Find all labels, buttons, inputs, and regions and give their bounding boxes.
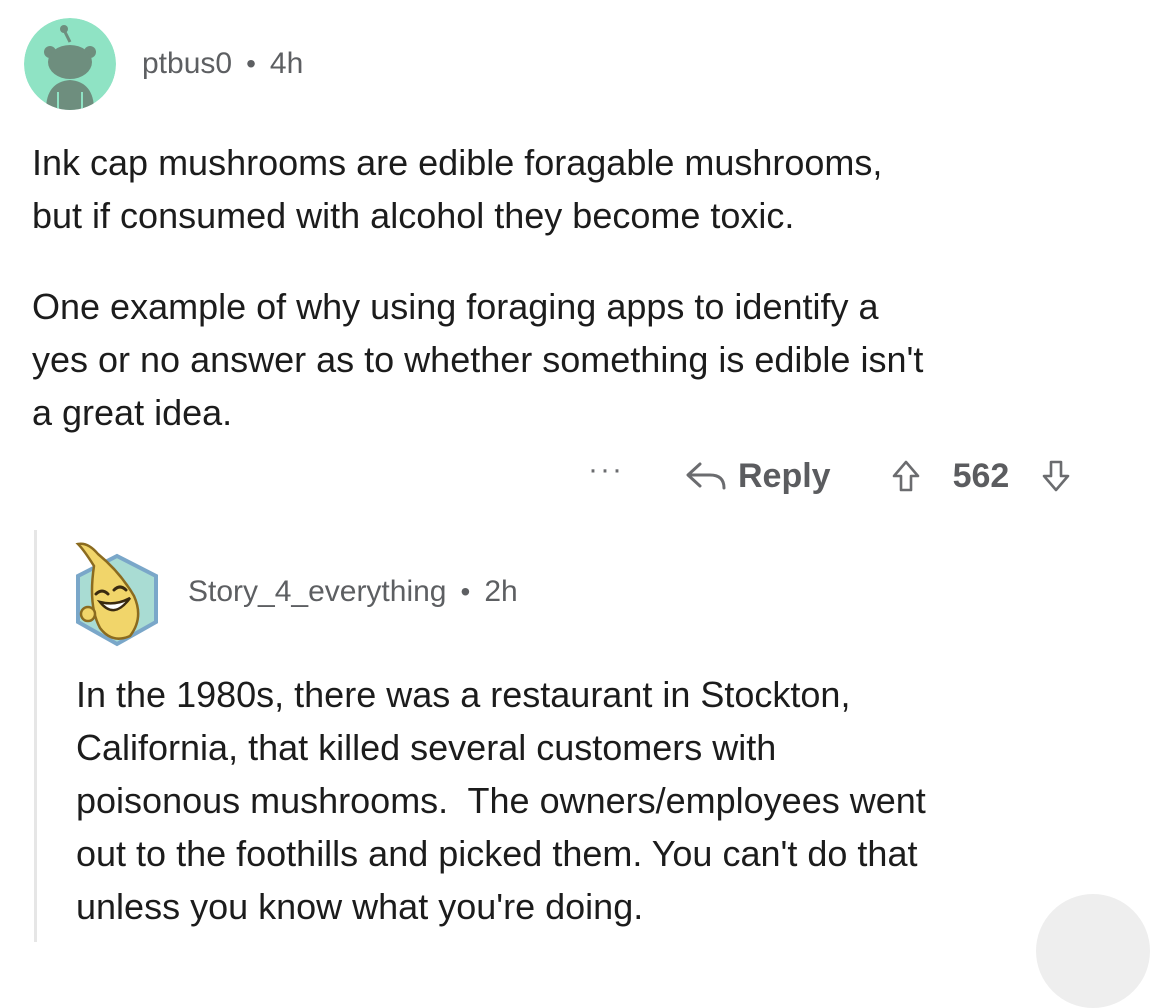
meta-separator: • bbox=[246, 48, 256, 79]
floating-action-button[interactable] bbox=[1036, 894, 1150, 1008]
comment-paragraph: One example of why using foraging apps t… bbox=[32, 286, 924, 433]
comment-meta: ptbus0 • 4h bbox=[142, 47, 303, 81]
reply-arrow-icon bbox=[686, 462, 726, 490]
reply-label: Reply bbox=[737, 456, 831, 495]
reply-button[interactable]: Reply bbox=[684, 457, 831, 496]
comment-header: ptbus0 • 4h bbox=[24, 18, 303, 110]
more-options-button[interactable]: ··· bbox=[588, 455, 624, 485]
snoo-avatar-icon bbox=[24, 18, 116, 110]
meta-separator: • bbox=[460, 576, 471, 607]
user-avatar[interactable] bbox=[24, 18, 116, 110]
vote-score: 562 bbox=[952, 456, 1010, 495]
banana-avatar-icon bbox=[75, 542, 158, 647]
downvote-arrow-icon[interactable] bbox=[1041, 459, 1071, 493]
reply-header: Story_4_everything • 2h bbox=[74, 532, 518, 652]
reply-username[interactable]: Story_4_everything bbox=[188, 575, 447, 609]
comment-actions: ··· Reply 562 bbox=[588, 452, 1071, 500]
reply-user-avatar[interactable] bbox=[74, 536, 160, 648]
reply-meta: Story_4_everything • 2h bbox=[188, 575, 518, 609]
comment-username[interactable]: ptbus0 bbox=[142, 47, 232, 81]
upvote-arrow-icon[interactable] bbox=[891, 459, 921, 493]
reply-paragraph: In the 1980s, there was a restaurant in … bbox=[76, 674, 926, 927]
comment-paragraph: Ink cap mushrooms are edible foragable m… bbox=[32, 142, 883, 236]
thread-line[interactable] bbox=[34, 530, 37, 942]
vote-controls: 562 bbox=[891, 457, 1072, 496]
reply-age: 2h bbox=[484, 575, 518, 608]
comment-age: 4h bbox=[269, 47, 304, 80]
